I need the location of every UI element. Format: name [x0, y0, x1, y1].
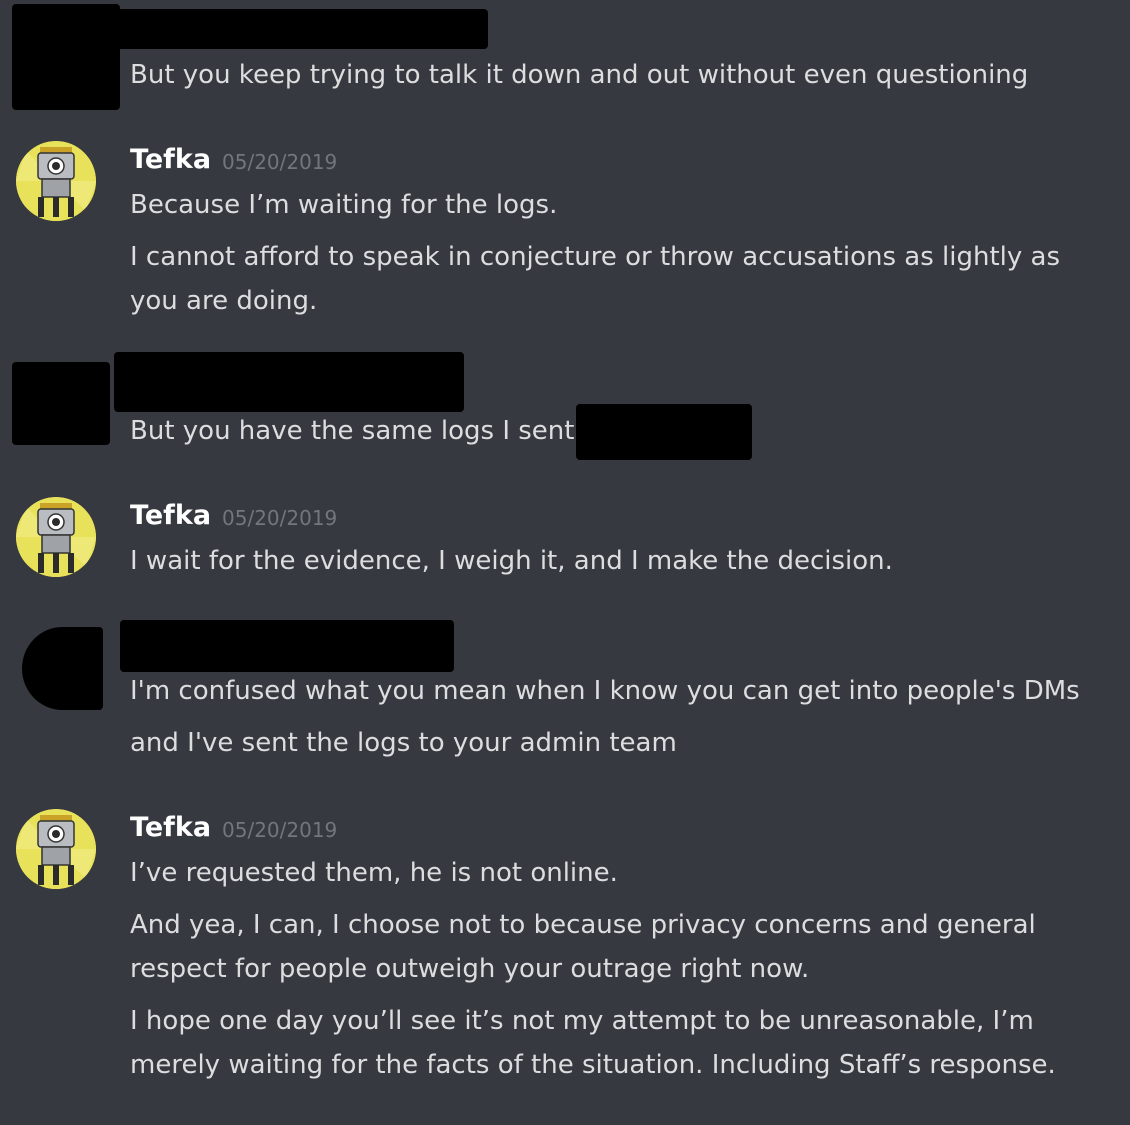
username[interactable]: Tefka [130, 812, 211, 844]
message-text: But you keep trying to talk it down and … [130, 60, 1029, 90]
message-timestamp: 05/20/2019 [222, 506, 338, 530]
message-text: But you have the same logs I sent [130, 416, 575, 446]
message-text: and I've sent the logs to your admin tea… [130, 728, 677, 758]
redacted-username[interactable] [110, 9, 488, 49]
redacted-username[interactable] [120, 620, 454, 672]
username[interactable]: Tefka [130, 500, 211, 532]
message-text: respect for people outweigh your outrage… [130, 954, 810, 984]
robot-avatar-icon[interactable] [16, 497, 96, 577]
redacted-avatar[interactable] [22, 627, 103, 710]
robot-avatar-icon[interactable] [16, 141, 96, 221]
message-text: I’ve requested them, he is not online. [130, 858, 618, 888]
message-text: I cannot afford to speak in conjecture o… [130, 242, 1061, 272]
message-text: merely waiting for the facts of the situ… [130, 1050, 1056, 1080]
message-text: I'm confused what you mean when I know y… [130, 676, 1080, 706]
message-timestamp: 05/20/2019 [222, 150, 338, 174]
message-text: you are doing. [130, 286, 318, 316]
robot-avatar-icon[interactable] [16, 809, 96, 889]
message-text: Because I’m waiting for the logs. [130, 190, 558, 220]
message-text: I wait for the evidence, I weigh it, and… [130, 546, 893, 576]
username[interactable]: Tefka [130, 144, 211, 176]
redacted-mention [576, 404, 752, 460]
redacted-avatar[interactable] [12, 4, 120, 110]
redacted-username[interactable] [114, 352, 464, 412]
message-timestamp: 05/20/2019 [222, 818, 338, 842]
redacted-avatar[interactable] [12, 362, 110, 445]
message-text: I hope one day you’ll see it’s not my at… [130, 1006, 1034, 1036]
message-text: And yea, I can, I choose not to because … [130, 910, 1036, 940]
